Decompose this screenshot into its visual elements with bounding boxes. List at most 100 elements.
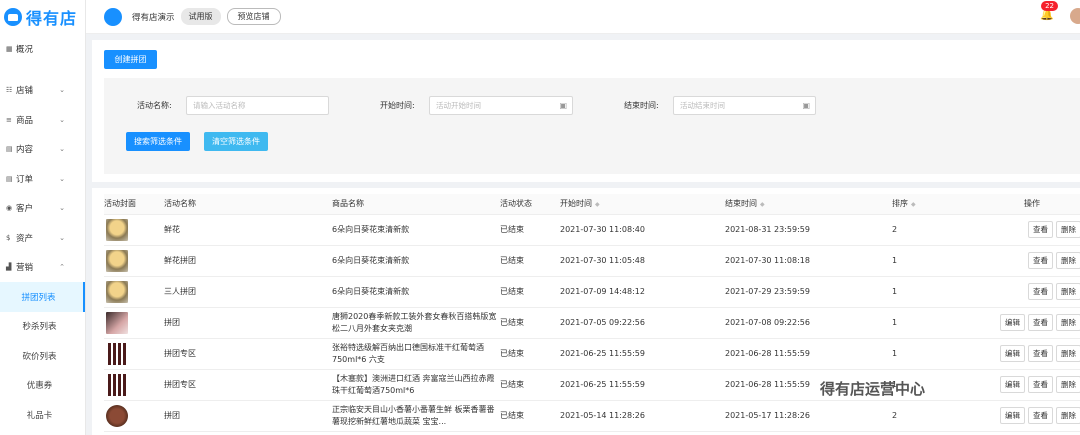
order-cell: 1	[892, 245, 980, 277]
col-label: 排序	[892, 199, 908, 209]
cover-thumbnail	[106, 218, 128, 241]
sidebar-item-content[interactable]: ▤ 内容 ⌄	[0, 135, 85, 165]
sidebar-item-goods[interactable]: ≡ 商品 ⌄	[0, 105, 85, 135]
sidebar-item-label: 营销	[16, 263, 34, 274]
row-action-button[interactable]: 删除	[1056, 314, 1080, 331]
row-action-button[interactable]: 编辑	[1000, 407, 1025, 424]
row-action-button[interactable]: 删除	[1056, 252, 1080, 269]
col-end-time[interactable]: 结束时间 ◆	[725, 194, 892, 215]
sidebar-item-store[interactable]: ☷ 店铺 ⌄	[0, 76, 85, 106]
row-action-button[interactable]: 查看	[1028, 221, 1053, 238]
row-action-button[interactable]: 删除	[1056, 221, 1080, 238]
filter-panel: 活动名称: 请输入活动名称 开始时间: 活动开始时间 ▣ 结束时间: 活动结束时间…	[104, 78, 1080, 174]
cover-thumbnail	[106, 373, 128, 396]
actions-cell: 查看 删除	[980, 245, 1080, 277]
sidebar-item-label: 资产	[16, 233, 34, 244]
main-content: 创建拼团 活动名称: 请输入活动名称 开始时间: 活动开始时间 ▣ 结束时间: 活…	[92, 40, 1080, 435]
sidebar-sub-bargain-list[interactable]: 砍价列表	[0, 341, 85, 371]
status-cell: 已结束	[500, 307, 560, 339]
sidebar-sub-gift-card[interactable]: 礼品卡	[0, 400, 85, 430]
cover-thumbnail	[106, 311, 128, 334]
row-action-button[interactable]: 删除	[1056, 283, 1080, 300]
col-order[interactable]: 排序 ◆	[892, 194, 980, 215]
goods-name-cell: 6朵向日葵花束清新款	[332, 276, 500, 308]
actions-cell: 编辑 查看 删除	[980, 338, 1080, 370]
end-time-cell: 2021-06-28 11:55:59	[725, 338, 892, 370]
sidebar-item-overview[interactable]: ▦ 概况	[0, 34, 85, 64]
grid-icon: ▦	[6, 44, 13, 53]
start-time-cell: 2021-06-25 11:55:59	[560, 338, 725, 370]
row-action-button[interactable]: 删除	[1056, 376, 1080, 393]
sort-icon: ◆	[760, 201, 765, 209]
start-time-label: 开始时间:	[380, 101, 415, 110]
col-activity-name: 活动名称	[164, 194, 332, 215]
row-action-button[interactable]: 查看	[1028, 283, 1053, 300]
start-time-input[interactable]: 活动开始时间 ▣	[429, 96, 573, 115]
sidebar-item-label: 砍价列表	[22, 351, 57, 362]
status-cell: 已结束	[500, 369, 560, 401]
clear-filter-button[interactable]: 清空筛选条件	[204, 132, 268, 151]
preview-store-button[interactable]: 预览店铺	[226, 8, 281, 25]
row-action-button[interactable]: 查看	[1028, 252, 1053, 269]
sidebar-item-orders[interactable]: ▤ 订单 ⌄	[0, 164, 85, 194]
activity-name-cell: 拼团	[164, 307, 332, 339]
sidebar-item-customers[interactable]: ◉ 客户 ⌄	[0, 194, 85, 224]
status-cell: 已结束	[500, 276, 560, 308]
col-cover: 活动封面	[104, 194, 164, 215]
shop-logo-icon	[104, 7, 122, 26]
goods-name-cell: 6朵向日葵花束清新款	[332, 214, 500, 246]
order-cell: 2	[892, 214, 980, 246]
end-time-placeholder: 活动结束时间	[680, 101, 725, 110]
row-action-button[interactable]: 查看	[1028, 345, 1053, 362]
end-time-input[interactable]: 活动结束时间 ▣	[673, 96, 816, 115]
brand-logo[interactable]: 得有店	[0, 0, 85, 34]
row-action-button[interactable]: 编辑	[1000, 345, 1025, 362]
col-goods-name: 商品名称	[332, 194, 500, 215]
chevron-down-icon: ⌄	[59, 204, 65, 213]
row-action-button[interactable]: 删除	[1056, 407, 1080, 424]
sidebar-item-assets[interactable]: $ 资产 ⌄	[0, 223, 85, 253]
order-cell: 2	[892, 400, 980, 432]
group-buy-table: 活动封面 活动名称 商品名称 活动状态 开始时间 ◆ 结束时间 ◆ 排序 ◆ 操作 鲜…	[104, 194, 1080, 432]
start-time-cell: 2021-07-05 09:22:56	[560, 307, 725, 339]
notification-count-badge: 22	[1041, 1, 1058, 11]
actions-cell: 编辑 查看 删除	[980, 307, 1080, 339]
store-icon: ☷	[6, 86, 13, 95]
status-cell: 已结束	[500, 338, 560, 370]
sidebar-item-label: 秒杀列表	[22, 322, 57, 333]
watermark: 得有店运营中心	[820, 380, 926, 398]
row-action-button[interactable]: 查看	[1028, 407, 1053, 424]
row-action-button[interactable]: 查看	[1028, 376, 1053, 393]
goods-icon: ≡	[6, 115, 12, 124]
order-cell: 1	[892, 276, 980, 308]
row-action-button[interactable]: 编辑	[1000, 314, 1025, 331]
create-group-buy-button[interactable]: 创建拼团	[104, 50, 157, 69]
shop-name[interactable]: 得有店演示	[132, 11, 175, 23]
cover-cell	[104, 400, 164, 432]
start-time-cell: 2021-05-14 11:28:26	[560, 400, 725, 432]
activity-name-input[interactable]: 请输入活动名称	[186, 96, 329, 115]
table-row: 鲜花拼团 6朵向日葵花束清新款 已结束 2021-07-30 11:05:48 2021…	[104, 245, 1080, 277]
start-time-cell: 2021-07-30 11:08:40	[560, 214, 725, 246]
row-action-button[interactable]: 编辑	[1000, 376, 1025, 393]
chevron-down-icon: ⌄	[59, 174, 65, 183]
table-row: 鲜花 6朵向日葵花束清新款 已结束 2021-07-30 11:08:40 2021-0…	[104, 214, 1080, 246]
col-actions: 操作	[980, 194, 1080, 215]
sidebar-sub-coupons[interactable]: 优惠券	[0, 371, 85, 401]
chevron-down-icon: ⌄	[59, 145, 65, 154]
calendar-icon: ▣	[802, 101, 810, 110]
col-start-time[interactable]: 开始时间 ◆	[560, 194, 725, 215]
cover-cell	[104, 214, 164, 246]
search-filter-button[interactable]: 搜索筛选条件	[126, 132, 190, 151]
end-time-cell: 2021-05-17 11:28:26	[725, 400, 892, 432]
status-cell: 已结束	[500, 214, 560, 246]
row-action-button[interactable]: 查看	[1028, 314, 1053, 331]
chevron-down-icon: ⌄	[59, 233, 65, 242]
start-time-cell: 2021-07-30 11:05:48	[560, 245, 725, 277]
sidebar-item-marketing[interactable]: ▟ 营销 ⌃	[0, 253, 85, 283]
avatar[interactable]	[1070, 8, 1080, 24]
actions-cell: 编辑 查看 删除	[980, 400, 1080, 432]
row-action-button[interactable]: 删除	[1056, 345, 1080, 362]
sidebar-sub-group-buy-list[interactable]: 拼团列表	[0, 282, 85, 312]
sidebar-sub-flash-sale-list[interactable]: 秒杀列表	[0, 312, 85, 342]
